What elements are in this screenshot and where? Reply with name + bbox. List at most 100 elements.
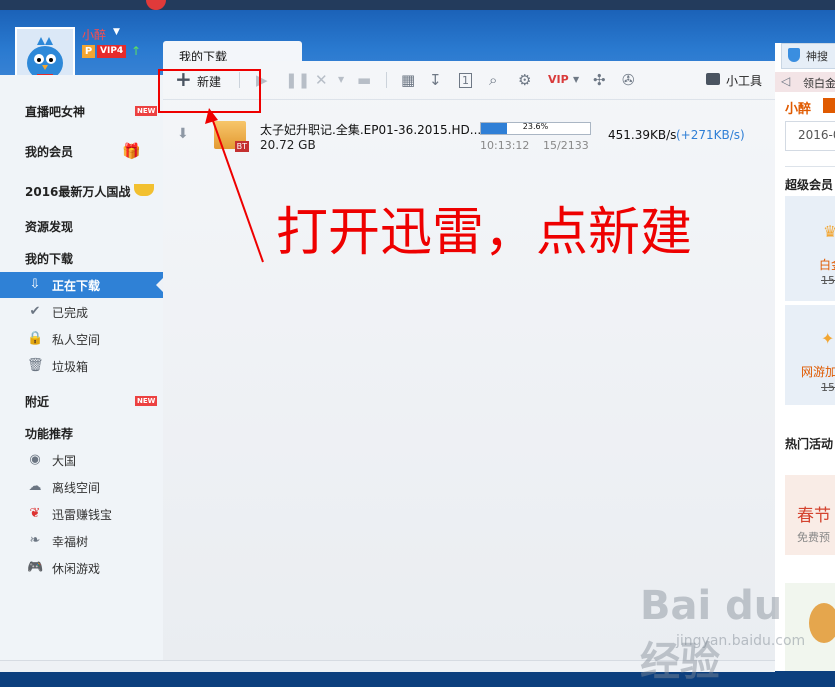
sidebar-item-label: 幸福树: [52, 535, 89, 549]
level-up-icon: ↑: [131, 44, 142, 58]
lock-icon: 🔒: [27, 331, 44, 346]
promo-banner[interactable]: 春节 免费预: [785, 475, 835, 555]
sidebar-item-label: 迅雷赚钱宝: [52, 508, 113, 522]
gamepad-icon: 🎮: [27, 560, 44, 575]
sidebar-item-label: 私人空间: [52, 333, 101, 347]
sidebar-item-resources[interactable]: 资源发现: [0, 214, 163, 240]
promo-subtitle: 免费预: [797, 531, 830, 544]
remaining-time: 10:13:12: [480, 139, 530, 152]
username[interactable]: 小醉: [82, 26, 106, 43]
sidebar-section-my-downloads[interactable]: 我的下载: [0, 246, 163, 272]
money-icon: ❦: [29, 506, 41, 521]
gamepad-icon[interactable]: ✣: [593, 71, 606, 89]
grid-view-icon[interactable]: ▦: [401, 71, 415, 89]
file-name: 太子妃升职记.全集.EP01-36.2015.HD...: [260, 123, 482, 137]
tools-label: 小工具: [726, 74, 763, 88]
vip-badge: VIP4: [97, 45, 127, 58]
sidebar-item-label: 已完成: [52, 306, 89, 320]
notice-text: 领白金: [803, 77, 835, 90]
check-icon: ✔: [29, 304, 41, 319]
shield-icon: [788, 48, 800, 62]
pause-icon[interactable]: ❚❚: [285, 71, 310, 89]
section-title: 超级会员: [785, 178, 834, 192]
sidebar-item-happy-tree[interactable]: ❧ 幸福树: [0, 528, 163, 554]
new-badge: NEW: [135, 106, 158, 116]
sidebar-item-live-goddess[interactable]: 直播吧女神 NEW: [0, 99, 163, 125]
sidebar-item-downloading[interactable]: ⇩ 正在下载: [0, 272, 164, 298]
promo-item-label: 网游加: [801, 365, 835, 379]
vip-icon[interactable]: VIP: [548, 71, 569, 89]
promo-card-platinum[interactable]: ♛ 白金 15: [785, 196, 835, 301]
bt-badge: BT: [234, 141, 249, 152]
sidebar-item-label: 休闲游戏: [52, 562, 101, 576]
gold-ingot-icon: [134, 184, 154, 196]
year-badge: [823, 98, 835, 113]
sidebar-item-membership[interactable]: 我的会员 🎁: [0, 139, 163, 165]
sidebar-item-completed[interactable]: ✔ 已完成: [0, 299, 163, 325]
taskbar-app-icon: [146, 0, 166, 10]
film-reel-icon[interactable]: ✇: [622, 71, 635, 89]
delete-icon[interactable]: ✕: [315, 71, 328, 89]
chevron-down-icon[interactable]: ▼: [573, 71, 579, 89]
promo-card-game[interactable]: ✦ 网游加 15: [785, 305, 835, 405]
promo-price: 15: [821, 381, 835, 394]
cloud-icon: ☁: [28, 479, 42, 494]
notice-bar[interactable]: ◁ 领白金: [775, 72, 835, 92]
toolbar-divider: [386, 72, 387, 88]
chevron-down-icon[interactable]: ▼: [338, 71, 344, 89]
sidebar-item-label: 资源发现: [25, 220, 74, 234]
leaf-icon: ❧: [29, 533, 41, 548]
section-title: 热门活动: [785, 437, 834, 451]
chevron-down-icon[interactable]: ▼: [113, 27, 120, 37]
annotation-highlight-box: [158, 69, 261, 113]
gear-icon[interactable]: ⚙: [518, 71, 531, 89]
p-badge: P: [82, 45, 95, 58]
sidebar-item-money-box[interactable]: ❦ 迅雷赚钱宝: [0, 501, 163, 527]
sidebar-item-label: 2016最新万人国战: [25, 185, 131, 199]
sidebar-item-label: 我的下载: [25, 252, 74, 266]
sidebar-item-offline-space[interactable]: ☁ 离线空间: [0, 474, 163, 500]
sidebar-item-nearby[interactable]: 附近 NEW: [0, 389, 163, 415]
right-username: 小醉: [785, 102, 812, 117]
progress-bar: 23.6%: [480, 122, 591, 135]
speaker-icon: ◁: [781, 74, 791, 88]
sidebar: 直播吧女神 NEW 我的会员 🎁 2016最新万人国战 资源发现 我的下载 ⇩ …: [0, 75, 164, 661]
gift-icon: 🎁: [122, 142, 141, 160]
sidebar-item-label: 功能推荐: [25, 427, 74, 441]
sidebar-item-casual-games[interactable]: 🎮 休闲游戏: [0, 555, 163, 581]
crown-icon: ♛: [823, 222, 835, 241]
download-row[interactable]: ⬇ BT 太子妃升职记.全集.EP01-36.2015.HD... 20.72 …: [163, 110, 775, 160]
search-tab-label: 神搜: [806, 50, 828, 63]
sidebar-item-private-space[interactable]: 🔒 私人空间: [0, 326, 163, 352]
search-icon[interactable]: ⌕: [489, 71, 497, 89]
sidebar-section-features: 功能推荐: [0, 421, 163, 447]
sidebar-item-game[interactable]: 2016最新万人国战: [0, 179, 163, 205]
download-icon: ⇩: [29, 277, 41, 292]
sidebar-item-label: 大国: [52, 454, 77, 468]
progress-text: 23.6%: [522, 122, 549, 131]
globe-icon: ◉: [29, 452, 41, 467]
file-size: 20.72 GB: [260, 138, 316, 152]
sidebar-item-daguo[interactable]: ◉ 大国: [0, 447, 163, 473]
download-arrow-icon: ⬇: [177, 126, 189, 142]
download-panel: + 新建 ▶ ❚❚ ✕ ▼ ▬ ▦ ↧ 1 ⌕ ⚙ VIP ▼ ✣ ✇ 小工具 …: [163, 61, 775, 661]
date-text: 2016-0: [798, 128, 835, 142]
sidebar-item-label: 我的会员: [25, 145, 74, 159]
watermark-url: jingyan.baidu.com: [676, 633, 806, 649]
search-tab[interactable]: 神搜: [781, 43, 835, 69]
new-badge: NEW: [135, 396, 158, 406]
sidebar-item-label: 垃圾箱: [52, 360, 89, 374]
bt-folder-icon: BT: [214, 121, 249, 152]
sidebar-item-trash[interactable]: 🗑 垃圾箱: [0, 353, 163, 379]
download-speed: 451.39KB/s: [608, 128, 677, 142]
single-task-icon[interactable]: 1: [459, 73, 472, 88]
sort-icon[interactable]: ↧: [429, 71, 442, 89]
speed-boost: (+271KB/s): [676, 128, 745, 142]
folder-icon[interactable]: ▬: [357, 71, 371, 89]
promo-title: 春节: [797, 506, 831, 526]
toolbox-icon: [706, 73, 720, 85]
promo-price: 15: [821, 274, 835, 287]
sidebar-item-label: 附近: [25, 395, 50, 409]
date-field: 2016-0: [785, 121, 835, 151]
sidebar-item-label: 离线空间: [52, 481, 101, 495]
